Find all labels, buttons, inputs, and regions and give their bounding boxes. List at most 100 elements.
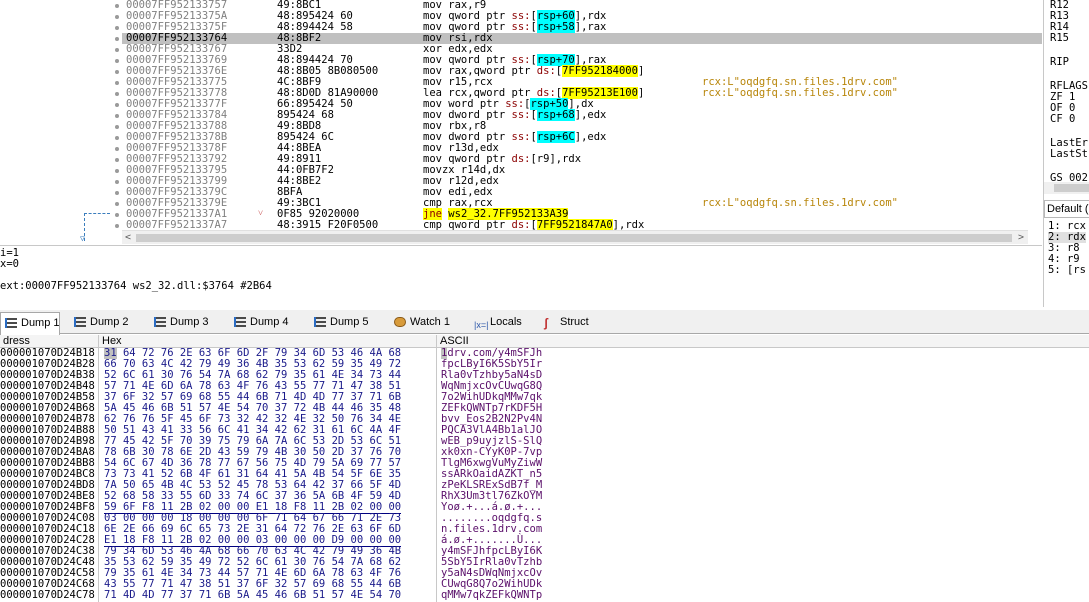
tab-label: Dump 5 [330,316,369,328]
scrollbar-thumb[interactable] [1054,184,1089,192]
breakpoint-dot-icon[interactable] [115,15,119,19]
disasm-row[interactable]: 00007FF952133784 895424 68 mov dword ptr s… [122,109,1042,121]
breakpoint-dot-icon[interactable] [115,169,119,173]
breakpoint-dot-icon[interactable] [115,147,119,151]
disasm-row[interactable]: 00007FF952133764 48:8BF2 mov rsi,rdx [122,33,1042,44]
tab-struct[interactable]: ʃ Struct [540,312,600,334]
argument-entry[interactable]: 5: [rs [1048,265,1086,276]
disasm-row[interactable]: 00007FF952133792 49:8911 mov qword ptr ds:… [122,154,1042,165]
breakpoint-dot-icon[interactable] [115,158,119,162]
breakpoint-dot-icon[interactable] [115,180,119,184]
disasm-row[interactable]: 00007FF95213378B 895424 6C mov dword ptr s… [122,131,1042,143]
breakpoint-dot-icon[interactable] [115,125,119,129]
instruction-token: ],edx [574,109,607,121]
breakpoint-dot-icon[interactable] [115,26,119,30]
tab-label: Dump 1 [21,317,60,329]
tab-label: Struct [560,316,589,328]
instruction-token: 7FF952184000 [562,65,638,77]
tab-dump-1[interactable]: Dump 1 [0,312,60,335]
dump-ascii[interactable]: qMMw7qkZEFkQWNTp [441,590,542,601]
disasm-row[interactable]: 00007FF95213375F 48:894424 58 mov qword pt… [122,21,1042,33]
scroll-left-icon[interactable]: < [125,231,131,245]
calling-convention-dropdown[interactable]: Default ( [1044,200,1089,218]
bottom-tab-bar[interactable]: Dump 1 Dump 2 Dump 3 Dump 4 Dump 5 Watch 1 |x=… [0,310,1089,335]
instruction-comment: rcx:L"oqdgfq.sn.files.1drv.com" [702,87,898,99]
instruction-token: rsp+68 [536,109,575,121]
register-entry[interactable]: CF 0 [1050,114,1075,125]
disassembly-view[interactable]: ▽ 00007FF952133757 49:8BC1 mov rax,r9 00007… [0,0,1042,246]
tab-dump-4[interactable]: Dump 4 [230,312,300,334]
breakpoint-dot-icon[interactable] [115,136,119,140]
info-line-2: x=0 [0,258,19,270]
arguments-pane[interactable]: Default ( 1: rcx 2: rdx 3: r8 4: r9 5: [rs [1043,200,1089,307]
info-address-line: ext:00007FF952133764 ws2_32.dll:$3764 #2… [0,280,272,292]
breakpoint-column[interactable] [112,0,122,230]
jump-arrow-line [84,213,110,214]
tab-label: Dump 3 [170,316,209,328]
instruction-token: ds: [511,153,531,165]
breakpoint-dot-icon[interactable] [115,202,119,206]
disasm-row[interactable]: 00007FF95213379C 8BFA mov edi,edx [122,187,1042,198]
info-pane: i=1 x=0 ext:00007FF952133764 ws2_32.dll:… [0,247,1042,307]
dump-address[interactable]: 000001070D24C78 [0,590,95,601]
disasm-row[interactable]: 00007FF95213379E 49:3BC1 cmp rax,rcx rcx:L"… [122,198,1042,209]
register-entry[interactable]: R15 [1050,33,1069,44]
tab-dump-3[interactable]: Dump 3 [150,312,220,334]
disasm-row[interactable]: 00007FF952133799 44:8BE2 mov r12d,edx [122,176,1042,187]
breakpoint-dot-icon[interactable] [115,92,119,96]
breakpoint-dot-icon[interactable] [115,224,119,228]
disassembly-hscrollbar[interactable]: < > [122,230,1028,244]
instruction-token: ],rax [574,21,607,33]
breakpoint-dot-icon[interactable] [115,59,119,63]
instruction-token: ss: [511,109,531,121]
scrollbar-thumb[interactable] [136,234,1012,242]
breakpoint-dot-icon[interactable] [115,114,119,118]
registers-hscrollbar[interactable] [1044,182,1089,194]
tab-dump-5[interactable]: Dump 5 [310,312,380,334]
scroll-right-icon[interactable]: > [1018,231,1024,245]
tab-dump-2[interactable]: Dump 2 [70,312,140,334]
dump-hex-bytes[interactable]: 71 4D 4D 77 37 71 6B 5A 45 46 6B 51 57 4… [104,590,401,601]
dump-row[interactable]: 000001070D24C78 71 4D 4D 77 37 71 6B 5A 4… [0,590,1089,601]
breakpoint-dot-icon[interactable] [115,4,119,8]
instruction-token: [ [530,109,537,121]
instruction-token: rsp+6C [536,131,575,143]
dump-rows[interactable]: 000001070D24B18 31 64 72 76 2E 63 6F 6D 2… [0,347,1089,601]
instruction-token: ss: [511,131,531,143]
breakpoint-dot-icon[interactable] [115,37,119,41]
instruction-token: rsp+58 [536,21,575,33]
tab-label: Dump 4 [250,316,289,328]
dump-icon [74,317,86,327]
breakpoint-dot-icon[interactable] [115,81,119,85]
registers-pane[interactable]: R12 R13 R14 R15 RIP RFLAGS ZF 1 OF 0 CF 0 LastEr L… [1043,0,1089,200]
instruction-token: [ [530,21,537,33]
breakpoint-dot-icon[interactable] [115,103,119,107]
dump-icon [314,317,326,327]
register-entry[interactable]: RIP [1050,57,1069,68]
dump-icon [5,318,17,328]
struct-icon: ʃ [544,316,548,330]
dump-icon [154,317,166,327]
breakpoint-dot-icon[interactable] [115,213,119,217]
jump-arrow-icon: ▽ [80,234,85,243]
tab-locals[interactable]: |x=| Locals [470,312,532,334]
branch-gutter: ▽ [0,0,122,243]
instruction-token: ds: [536,65,556,77]
dump-view[interactable]: dress Hex ASCII 000001070D24B18 31 64 72 … [0,335,1089,602]
instruction-token: ] [637,65,645,77]
disasm-row[interactable]: 00007FF95213376E 48:8B05 8B080500 mov rax,… [122,65,1042,77]
disassembly-rows[interactable]: 00007FF952133757 49:8BC1 mov rax,r9 00007FF… [122,0,1042,231]
disasm-row[interactable]: 00007FF952133795 44:0FB7F2 movzx r14d,dx [122,165,1042,176]
instruction-token: ss: [511,21,531,33]
register-entry[interactable]: LastSt [1050,149,1088,160]
locals-icon: |x=| [474,320,489,330]
tab-label: Watch 1 [410,316,450,328]
tab-watch-1[interactable]: Watch 1 [390,312,460,334]
breakpoint-dot-icon[interactable] [115,191,119,195]
instruction-comment: rcx:L"oqdgfq.sn.files.1drv.com" [702,197,898,209]
disasm-row[interactable]: 00007FF95213378F 44:8BEA mov r13d,edx [122,143,1042,154]
breakpoint-dot-icon[interactable] [115,48,119,52]
dump-icon [234,317,246,327]
breakpoint-dot-icon[interactable] [115,70,119,74]
tab-label: Locals [490,316,522,328]
